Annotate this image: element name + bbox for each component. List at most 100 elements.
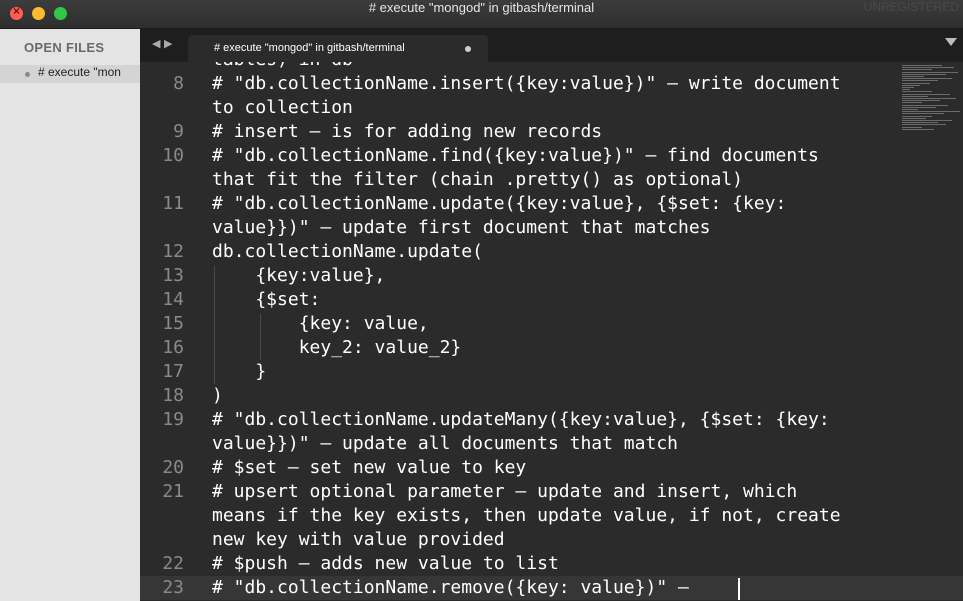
code-line[interactable]: 16 key_2: value_2} <box>140 336 963 360</box>
text-cursor <box>738 578 740 600</box>
minimap-line <box>902 78 952 80</box>
minimap-line <box>902 128 934 130</box>
code-text[interactable]: tables) in db <box>212 62 353 72</box>
code-line[interactable]: 14 {$set: <box>140 288 963 312</box>
code-text[interactable]: value}})" – update all documents that ma… <box>212 432 678 456</box>
code-line[interactable]: 12 db.collectionName.update( <box>140 240 963 264</box>
minimap[interactable] <box>902 65 960 135</box>
code-text[interactable]: # "db.collectionName.remove({key: value}… <box>212 576 700 600</box>
line-number: 13 <box>162 265 184 286</box>
code-line[interactable]: 11 # "db.collectionName.update({key:value… <box>140 192 963 216</box>
tab-strip: ◀ ▶ # execute "mongod" in gitbash/termin… <box>140 29 963 62</box>
line-number: 8 <box>173 73 184 94</box>
code-line[interactable]: 10 # "db.collectionName.find({key:value})… <box>140 144 963 168</box>
code-line[interactable]: that fit the filter (chain .pretty() as … <box>140 168 963 192</box>
code-text[interactable]: # $push – adds new value to list <box>212 552 559 576</box>
code-line[interactable]: 20 # $set – set new value to key <box>140 456 963 480</box>
indent-guide <box>214 266 215 384</box>
sidebar-file-label: # execute "mon <box>38 65 121 79</box>
line-number: 16 <box>162 337 184 358</box>
code-text[interactable]: that fit the filter (chain .pretty() as … <box>212 168 743 192</box>
line-number: 11 <box>162 193 184 214</box>
code-text[interactable]: # insert – is for adding new records <box>212 120 602 144</box>
code-line[interactable]: 9 # insert – is for adding new records <box>140 120 963 144</box>
code-editor[interactable]: tables) in db 8 # "db.collectionName.inser… <box>140 62 963 601</box>
tab-nav-arrows-icon[interactable]: ◀ ▶ <box>152 37 172 50</box>
line-number: 15 <box>162 313 184 334</box>
code-text[interactable]: ) <box>212 384 223 408</box>
minimap-line <box>902 98 956 99</box>
file-dot-icon <box>25 72 30 77</box>
open-files-header: OPEN FILES <box>24 40 105 55</box>
code-text[interactable]: to collection <box>212 96 353 120</box>
code-line[interactable]: 15 {key: value, <box>140 312 963 336</box>
minimap-line <box>902 95 928 97</box>
indent-guide <box>260 314 261 360</box>
line-number: 14 <box>162 289 184 310</box>
code-line[interactable]: means if the key exists, then update val… <box>140 504 963 528</box>
code-line[interactable]: 8 # "db.collectionName.insert({key:value}… <box>140 72 963 96</box>
minimap-line <box>902 84 920 86</box>
minimap-line <box>902 117 926 119</box>
minimap-line <box>902 100 940 102</box>
line-number: 23 <box>162 577 184 598</box>
minimap-line <box>902 67 954 69</box>
code-text[interactable]: key_2: value_2} <box>212 336 462 360</box>
code-text[interactable]: # "db.collectionName.find({key:value})" … <box>212 144 819 168</box>
minimap-line <box>902 69 932 71</box>
code-text[interactable]: # "db.collectionName.update({key:value},… <box>212 192 786 216</box>
tab-title: # execute "mongod" in gitbash/terminal <box>214 42 405 54</box>
code-text[interactable]: value}})" – update first document that m… <box>212 216 711 240</box>
code-text[interactable]: # $set – set new value to key <box>212 456 526 480</box>
code-line[interactable]: new key with value provided <box>140 528 963 552</box>
minimap-line <box>902 82 930 84</box>
minimap-line <box>902 65 942 66</box>
tab-active-file[interactable]: # execute "mongod" in gitbash/terminal <box>188 35 488 62</box>
minimap-line <box>902 126 922 128</box>
code-text[interactable]: {key:value}, <box>212 264 385 288</box>
code-text[interactable]: # "db.collectionName.insert({key:value})… <box>212 72 841 96</box>
minimap-line <box>902 76 924 77</box>
title-bar: # execute "mongod" in gitbash/terminal U… <box>0 0 963 29</box>
code-line[interactable]: 23 # "db.collectionName.remove({key: valu… <box>140 576 963 600</box>
minimap-line <box>902 87 914 88</box>
code-line[interactable]: 22 # $push – adds new value to list <box>140 552 963 576</box>
code-text[interactable]: {$set: <box>212 288 320 312</box>
code-line[interactable]: 13 {key:value}, <box>140 264 963 288</box>
unsaved-dot-icon[interactable] <box>465 46 471 52</box>
code-line[interactable]: to collection <box>140 96 963 120</box>
line-number: 19 <box>162 409 184 430</box>
code-text[interactable]: # upsert optional parameter – update and… <box>212 480 797 504</box>
sidebar-file-item[interactable]: # execute "mon <box>0 65 140 83</box>
code-line[interactable]: 18) <box>140 384 963 408</box>
code-line[interactable]: 19 # "db.collectionName.updateMany({key:v… <box>140 408 963 432</box>
code-text[interactable]: # "db.collectionName.updateMany({key:val… <box>212 408 830 432</box>
line-number: 20 <box>162 457 184 478</box>
code-line[interactable]: tables) in db <box>140 62 963 72</box>
minimap-line <box>902 109 918 110</box>
minimap-line <box>902 93 950 95</box>
code-text[interactable]: new key with value provided <box>212 528 505 552</box>
code-text[interactable]: means if the key exists, then update val… <box>212 504 841 528</box>
line-number: 17 <box>162 361 184 382</box>
code-line[interactable]: 21 # upsert optional parameter – update a… <box>140 480 963 504</box>
minimap-line <box>902 122 938 124</box>
minimap-line <box>902 80 938 82</box>
code-text[interactable]: } <box>212 360 266 384</box>
unregistered-label: UNREGISTERED <box>863 0 959 14</box>
tab-menu-chevron-down-icon[interactable] <box>945 38 957 46</box>
minimap-line <box>902 115 932 117</box>
line-number: 22 <box>162 553 184 574</box>
minimap-line <box>902 111 960 113</box>
line-number: 18 <box>162 385 184 406</box>
code-text[interactable]: {key: value, <box>212 312 429 336</box>
line-number: 12 <box>162 241 184 262</box>
code-line[interactable]: 17 } <box>140 360 963 384</box>
code-line[interactable]: value}})" – update first document that m… <box>140 216 963 240</box>
line-number: 21 <box>162 481 184 502</box>
minimap-line <box>902 124 946 126</box>
code-text[interactable]: db.collectionName.update( <box>212 240 483 264</box>
code-line[interactable]: value}})" – update all documents that ma… <box>140 432 963 456</box>
minimap-line <box>902 91 932 93</box>
window-title: # execute "mongod" in gitbash/terminal <box>368 0 595 15</box>
